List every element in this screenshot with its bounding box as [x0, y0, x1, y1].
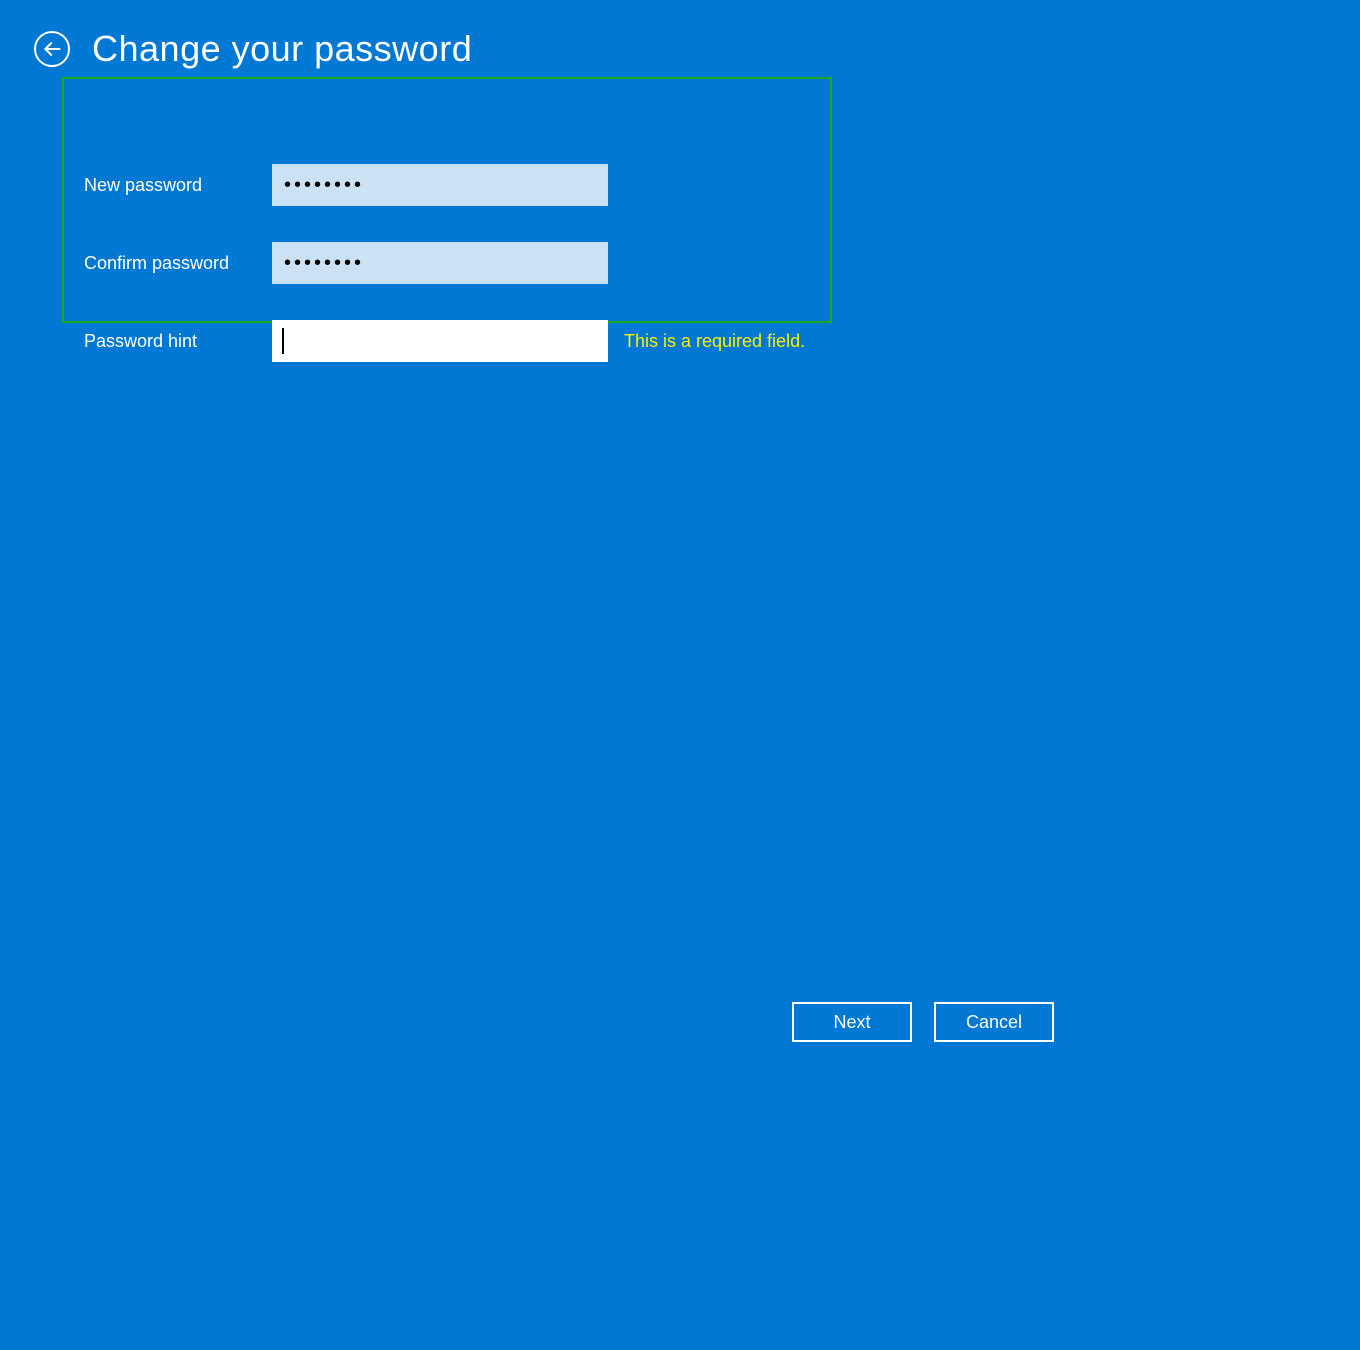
- new-password-row: New password: [84, 164, 1088, 206]
- cancel-button[interactable]: Cancel: [934, 1002, 1054, 1042]
- password-hint-label: Password hint: [84, 331, 272, 352]
- text-cursor: [282, 328, 284, 354]
- footer: Next Cancel: [792, 1002, 1054, 1042]
- password-hint-row: Password hint This is a required field.: [84, 320, 1088, 362]
- password-hint-input-wrap[interactable]: [272, 320, 608, 362]
- header: Change your password: [0, 0, 1088, 70]
- new-password-input[interactable]: [272, 164, 608, 206]
- next-button[interactable]: Next: [792, 1002, 912, 1042]
- confirm-password-label: Confirm password: [84, 253, 272, 274]
- confirm-password-input[interactable]: [272, 242, 608, 284]
- hint-error-message: This is a required field.: [624, 331, 805, 352]
- form-area: New password Confirm password Password h…: [0, 70, 1088, 362]
- new-password-label: New password: [84, 175, 272, 196]
- password-hint-input[interactable]: [272, 320, 608, 362]
- page-title: Change your password: [92, 28, 472, 70]
- confirm-password-row: Confirm password: [84, 242, 1088, 284]
- back-icon[interactable]: [34, 31, 70, 67]
